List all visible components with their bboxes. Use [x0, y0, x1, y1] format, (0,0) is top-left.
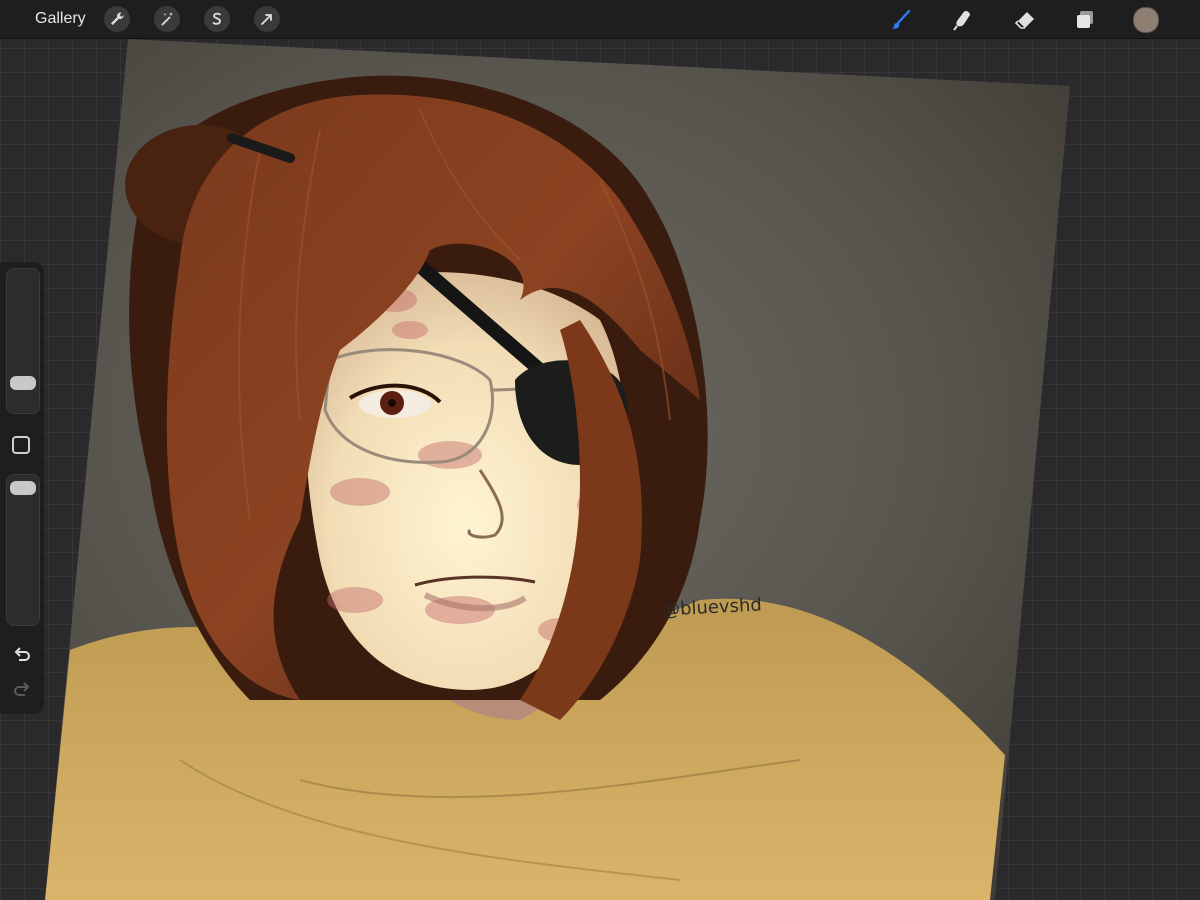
eraser-icon[interactable]: [1012, 7, 1038, 33]
square-modify-icon[interactable]: [12, 436, 30, 454]
undo-arrow-icon[interactable]: [12, 645, 32, 665]
selection-s-icon[interactable]: [204, 6, 230, 32]
magic-wand-icon[interactable]: [154, 6, 180, 32]
wrench-icon[interactable]: [104, 6, 130, 32]
color-swatch-button[interactable]: [1133, 7, 1159, 33]
left-sidebar: [0, 262, 44, 714]
layers-icon[interactable]: [1072, 7, 1098, 33]
drawing-canvas[interactable]: @bluevshd: [0, 39, 1200, 900]
gallery-button[interactable]: Gallery: [35, 10, 86, 28]
opacity-handle[interactable]: [10, 481, 36, 495]
brush-icon[interactable]: [888, 7, 914, 33]
arrow-cursor-icon[interactable]: [254, 6, 280, 32]
smudge-finger-icon[interactable]: [950, 7, 976, 33]
artwork: [45, 39, 1070, 900]
top-toolbar: Gallery: [0, 0, 1200, 39]
opacity-slider[interactable]: [6, 474, 40, 626]
redo-arrow-icon[interactable]: [12, 680, 32, 700]
brush-size-slider[interactable]: [6, 268, 40, 414]
brush-size-handle[interactable]: [10, 376, 36, 390]
